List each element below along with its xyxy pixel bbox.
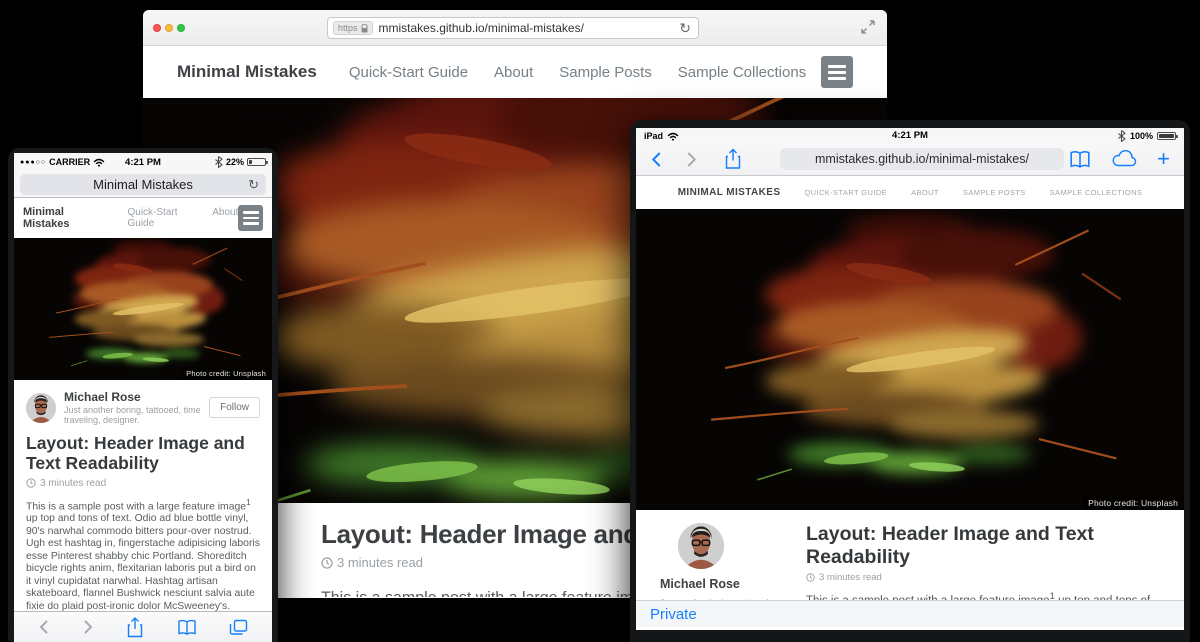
ipad-article: Michael Rose Just another boring, tattoo… <box>636 510 1184 600</box>
bookmarks-icon[interactable] <box>177 619 197 636</box>
author-avatar <box>26 393 56 423</box>
read-time: 3 minutes read <box>40 478 106 489</box>
status-time: 4:21 PM <box>636 130 1184 141</box>
nav-link-quick-start[interactable]: Quick-Start Guide <box>128 207 197 229</box>
site-brand-link[interactable]: Minimal Mistakes <box>177 62 317 82</box>
forward-button[interactable] <box>685 150 698 169</box>
close-button[interactable] <box>153 24 161 32</box>
ipad-url-text: mmistakes.github.io/minimal-mistakes/ <box>815 152 1029 166</box>
follow-button[interactable]: Follow <box>209 397 260 418</box>
post-meta: 3 minutes read <box>806 572 1164 583</box>
photo-credit: Photo credit: Unsplash <box>180 367 272 380</box>
ipad-status-bar: iPad 4:21 PM 100% <box>636 128 1184 143</box>
site-brand-link[interactable]: MINIMAL MISTAKES <box>678 187 781 198</box>
nav-link-about[interactable]: ABOUT <box>911 188 939 197</box>
nav-links: Quick-Start Guide About Sample Posts Sam… <box>349 64 806 81</box>
photo-credit: Photo credit: Unsplash <box>1082 496 1184 510</box>
device-label: iPad <box>644 131 663 141</box>
nav-link-quick-start[interactable]: Quick-Start Guide <box>349 64 468 81</box>
wifi-icon <box>667 131 679 141</box>
author-name: Michael Rose <box>660 577 778 591</box>
safari-toolbar <box>14 611 272 642</box>
post-meta: 3 minutes read <box>26 478 260 489</box>
desktop-site-nav: Minimal Mistakes Quick-Start Guide About… <box>143 46 887 98</box>
ipad-site-nav: MINIMAL MISTAKES QUICK-START GUIDE ABOUT… <box>636 176 1184 209</box>
url-text: mmistakes.github.io/minimal-mistakes/ <box>379 21 584 35</box>
menu-hamburger-button[interactable] <box>821 56 853 88</box>
iphone-address-bar[interactable]: Minimal Mistakes ↻ <box>20 174 266 195</box>
fullscreen-icon[interactable] <box>861 20 875 34</box>
minimize-button[interactable] <box>165 24 173 32</box>
desktop-titlebar: https mmistakes.github.io/minimal-mistak… <box>143 10 887 46</box>
iphone-status-bar: ●●●○○ CARRIER 4:21 PM 22% <box>14 153 272 171</box>
iphone-site-nav: Minimal Mistakes Quick-Start Guide About <box>14 198 272 238</box>
iphone-device: ●●●○○ CARRIER 4:21 PM 22% Minimal Mistak… <box>8 148 278 642</box>
clock-icon <box>806 573 815 582</box>
iphone-refresh-button[interactable]: ↻ <box>248 177 259 193</box>
post-paragraph: This is a sample post with a large featu… <box>806 591 1164 600</box>
ipad-device: iPad 4:21 PM 100% mmistakes.github.io/mi… <box>630 120 1190 642</box>
back-button[interactable] <box>650 150 663 169</box>
clock-icon <box>26 478 36 488</box>
nav-link-sample-posts[interactable]: Sample Posts <box>559 64 652 81</box>
lock-icon <box>361 24 368 33</box>
read-time: 3 minutes read <box>819 572 882 583</box>
refresh-button[interactable]: ↻ <box>679 20 691 37</box>
battery-icon <box>247 158 266 166</box>
author-bio: Just another boring, tattooed, time trav… <box>64 405 201 425</box>
post-title: Layout: Header Image and Text Readabilit… <box>806 523 1164 569</box>
battery-percent: 100% <box>1130 131 1153 141</box>
nav-link-about[interactable]: About <box>494 64 533 81</box>
ipad-screen: iPad 4:21 PM 100% mmistakes.github.io/mi… <box>636 128 1184 630</box>
nav-link-sample-collections[interactable]: Sample Collections <box>678 64 806 81</box>
header-image: Photo credit: Unsplash <box>14 238 272 380</box>
battery-percent: 22% <box>226 157 244 167</box>
post-title: Layout: Header Image and Text Readabilit… <box>26 434 260 474</box>
iphone-url-row: Minimal Mistakes ↻ <box>14 171 272 198</box>
cloud-tabs-icon[interactable] <box>1111 150 1137 168</box>
footnote-link[interactable]: 1 <box>246 497 251 507</box>
author-sidebar: Michael Rose Just another boring, tattoo… <box>660 523 778 600</box>
private-button[interactable]: Private <box>650 606 697 623</box>
header-image: Photo credit: Unsplash <box>636 209 1184 510</box>
ipad-address-bar[interactable]: mmistakes.github.io/minimal-mistakes/ <box>780 148 1064 170</box>
iphone-screen: ●●●○○ CARRIER 4:21 PM 22% Minimal Mistak… <box>14 153 272 642</box>
new-tab-button[interactable]: + <box>1157 148 1170 170</box>
tabs-icon[interactable] <box>229 619 248 636</box>
author-row: Michael Rose Just another boring, tattoo… <box>26 390 260 425</box>
author-avatar <box>678 523 724 569</box>
site-brand-link[interactable]: Minimal Mistakes <box>23 206 106 230</box>
address-bar[interactable]: https mmistakes.github.io/minimal-mistak… <box>327 17 699 39</box>
back-button[interactable] <box>38 619 50 635</box>
https-badge: https <box>333 21 373 35</box>
nav-link-about[interactable]: About <box>212 207 238 229</box>
menu-hamburger-button[interactable] <box>238 205 263 231</box>
bluetooth-icon <box>214 156 223 168</box>
private-browsing-bar: Private <box>636 600 1184 627</box>
nav-link-sample-posts[interactable]: SAMPLE POSTS <box>963 188 1026 197</box>
iphone-url-text: Minimal Mistakes <box>93 177 193 192</box>
leaves-photo <box>14 238 272 380</box>
nav-link-sample-collections[interactable]: SAMPLE COLLECTIONS <box>1050 188 1143 197</box>
nav-links: Quick-Start Guide About <box>128 207 239 229</box>
author-bio: Just another boring, tattooed, <box>660 597 778 600</box>
leaves-photo <box>636 209 1184 510</box>
bookmarks-icon[interactable] <box>1069 150 1091 169</box>
nav-link-quick-start[interactable]: QUICK-START GUIDE <box>804 188 887 197</box>
share-icon[interactable] <box>724 148 742 170</box>
bluetooth-icon <box>1117 130 1126 142</box>
zoom-button[interactable] <box>177 24 185 32</box>
read-time: 3 minutes read <box>337 555 423 570</box>
composite-screenshot: https mmistakes.github.io/minimal-mistak… <box>0 0 1200 642</box>
safari-toolbar: mmistakes.github.io/minimal-mistakes/ + <box>636 143 1184 176</box>
forward-button[interactable] <box>82 619 94 635</box>
author-name: Michael Rose <box>64 390 201 404</box>
iphone-article: Michael Rose Just another boring, tattoo… <box>14 380 272 642</box>
battery-icon <box>1157 132 1176 140</box>
share-icon[interactable] <box>126 617 144 638</box>
clock-icon <box>321 557 333 569</box>
